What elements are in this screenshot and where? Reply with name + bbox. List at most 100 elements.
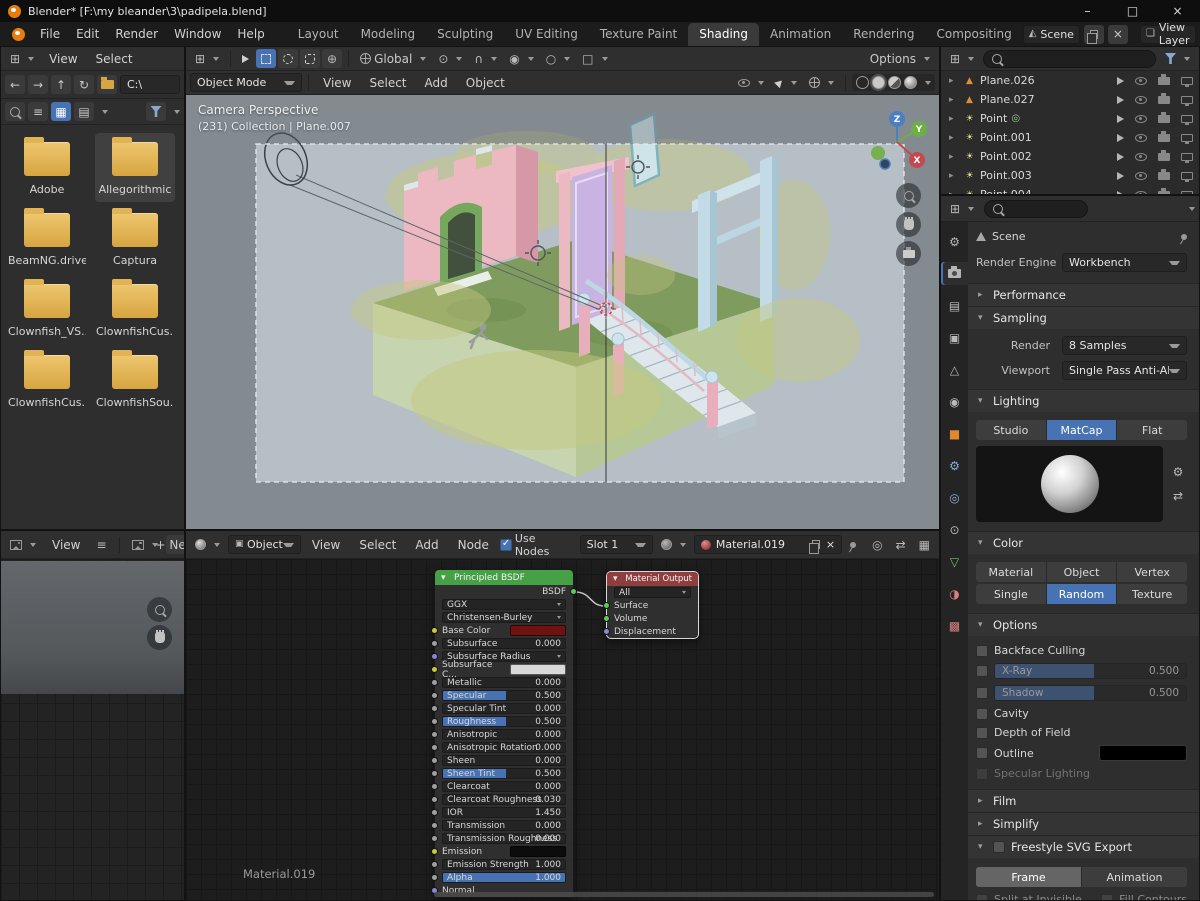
texture-properties-tab[interactable]: ▩ [941, 614, 968, 637]
selectable-toggle-icon[interactable] [1117, 114, 1124, 123]
matcap-preview[interactable] [976, 446, 1163, 522]
material-output-node[interactable]: ▾ Material Output All Surface Volume Dis… [603, 571, 699, 639]
parent-dir-button[interactable]: ↑ [51, 75, 71, 94]
folder-item-beamng-drive[interactable]: BeamNG.drive [7, 204, 87, 273]
sheen-tint-socket[interactable] [431, 770, 438, 777]
filter-button[interactable] [1160, 51, 1195, 66]
shader-menu-node[interactable]: Node [450, 536, 497, 554]
viewport-menu-select[interactable]: Select [361, 74, 414, 92]
snap-node-button[interactable]: ◎ [867, 537, 887, 553]
workspace-tab-shading[interactable]: Shading [688, 23, 759, 46]
bsdf-row-alpha[interactable]: Alpha 1.000 [431, 871, 573, 884]
viewport-menu-object[interactable]: Object [458, 74, 513, 92]
outline-color-swatch[interactable] [1099, 745, 1187, 761]
bsdf-row-emission-strength[interactable]: Emission Strength 1.000 [431, 858, 573, 871]
copy-material-icon[interactable] [808, 540, 820, 554]
filter-dropdown[interactable] [174, 109, 180, 114]
shader-type-dropdown[interactable]: ▣ Object [228, 535, 301, 554]
ior-socket[interactable] [431, 809, 438, 816]
editor-type-button[interactable]: ⊞ [5, 51, 39, 67]
specular-lighting-checkbox[interactable] [976, 767, 988, 780]
tool-select-box-button[interactable] [256, 49, 277, 68]
browse-material-button[interactable] [656, 537, 691, 552]
active-tool-button[interactable] [237, 53, 254, 65]
gizmos-dropdown[interactable] [771, 77, 802, 89]
specular-tint-slider[interactable]: Specular Tint 0.000 [442, 703, 566, 714]
bsdf-row-sheen[interactable]: Sheen 0.000 [431, 754, 573, 767]
new-scene-button[interactable] [1083, 24, 1104, 44]
transmission-slider[interactable]: Transmission 0.000 [442, 820, 566, 831]
disable-in-renders-icon[interactable] [1158, 130, 1170, 142]
freestyle-section-header[interactable]: ▾ Freestyle SVG Export [968, 835, 1199, 858]
node-header[interactable]: ▾ Material Output [607, 572, 698, 586]
workspace-tab-sculpting[interactable]: Sculpting [426, 23, 504, 46]
properties-search-input[interactable] [984, 199, 1089, 218]
performance-section-header[interactable]: ▸ Performance [968, 283, 1199, 306]
color-object-button[interactable]: Object [1046, 562, 1118, 582]
editor-type-button[interactable]: ⊞ [190, 51, 224, 67]
editor-type-button[interactable]: ⊞ [945, 51, 979, 67]
disable-in-viewports-icon[interactable] [1181, 76, 1193, 87]
hide-in-viewport-icon[interactable] [1135, 171, 1147, 180]
alpha-socket[interactable] [431, 874, 438, 881]
specular-socket[interactable] [431, 692, 438, 699]
color-material-button[interactable]: Material [976, 562, 1047, 582]
bsdf-row-ior[interactable]: IOR 1.450 [431, 806, 573, 819]
hide-in-viewport-icon[interactable] [1135, 152, 1147, 161]
path-field[interactable]: C:\ [120, 75, 180, 94]
viewport-menu-add[interactable]: Add [417, 74, 456, 92]
freestyle-animation-button[interactable]: Animation [1082, 867, 1187, 887]
alpha-slider[interactable]: Alpha 1.000 [442, 872, 566, 883]
filter-button[interactable] [146, 102, 166, 121]
outline-checkbox[interactable] [976, 747, 988, 759]
overlays-dropdown[interactable] [804, 75, 839, 90]
output-properties-tab[interactable]: ▤ [941, 294, 968, 317]
clearcoat-roughness-socket[interactable] [431, 796, 438, 803]
snap-dropdown[interactable]: ∩ [469, 51, 502, 67]
viewport-canvas[interactable]: Camera Perspective (231) Collection | Pl… [186, 95, 939, 529]
shading-dropdown[interactable] [925, 80, 931, 85]
hide-in-viewport-icon[interactable] [1135, 76, 1147, 85]
bsdf-row-clearcoat-roughness[interactable]: Clearcoat Roughness 0.030 [431, 793, 573, 806]
bsdf-row-roughness[interactable]: Roughness 0.500 [431, 715, 573, 728]
object-properties-tab[interactable]: ■ [941, 422, 968, 445]
backface-culling-checkbox[interactable] [976, 644, 988, 657]
film-section-header[interactable]: ▸ Film [968, 789, 1199, 812]
scene-properties-tab[interactable]: △ [941, 358, 968, 381]
folder-item-clownfishsou[interactable]: ClownfishSou... [95, 346, 175, 415]
anisotropic-rotation-slider[interactable]: Anisotropic Rotation 0.000 [442, 742, 566, 753]
cavity-checkbox[interactable] [976, 707, 988, 720]
clearcoat-roughness-slider[interactable]: Clearcoat Roughness 0.030 [442, 794, 566, 805]
scene-selector[interactable]: ◭ Scene [1022, 24, 1080, 44]
principled-bsdf-node[interactable]: ▾ Principled BSDF BSDF GGX Christensen-B… [431, 569, 577, 898]
split-at-invisible-checkbox[interactable] [976, 893, 988, 900]
bsdf-row-anisotropic-rotation[interactable]: Anisotropic Rotation 0.000 [431, 741, 573, 754]
shader-menu-select[interactable]: Select [351, 536, 404, 554]
outliner-row-point-003[interactable]: ▸ ☀ Point.003 [941, 166, 1199, 185]
proportional-edit-dropdown[interactable]: ◉ [504, 51, 538, 67]
disable-in-renders-icon[interactable] [1158, 92, 1170, 104]
freestyle-checkbox[interactable] [993, 841, 1005, 853]
depth-of-field-checkbox[interactable] [976, 726, 988, 739]
folder-item-clownfishcus[interactable]: ClownfishCus... [95, 275, 175, 344]
modifiers-properties-tab[interactable]: ⚙ [941, 454, 968, 477]
workspace-tab-modeling[interactable]: Modeling [350, 23, 427, 46]
fake-user-button[interactable] [845, 540, 861, 550]
tool-select-lasso-button[interactable] [300, 49, 321, 68]
hide-in-viewport-icon[interactable] [1135, 95, 1147, 104]
expand-arrow-icon[interactable]: ▸ [949, 133, 959, 143]
bsdf-output-socket[interactable] [570, 588, 577, 595]
bsdf-row-specular[interactable]: Specular 0.500 [431, 689, 573, 702]
bsdf-row-subsurface[interactable]: Subsurface 0.000 [431, 637, 573, 650]
tool-properties-tab[interactable]: ⚙ [941, 230, 968, 253]
workspace-tab-compositing[interactable]: Compositing [925, 23, 1022, 46]
fill-contours-checkbox[interactable] [1101, 893, 1114, 900]
node-header[interactable]: ▾ Principled BSDF [435, 570, 573, 585]
displacement-socket[interactable] [603, 628, 610, 635]
metallic-socket[interactable] [431, 679, 438, 686]
grid-button[interactable]: ▦ [914, 537, 935, 553]
freestyle-frame-button[interactable]: Frame [976, 867, 1082, 887]
disable-in-viewports-icon[interactable] [1181, 152, 1193, 163]
hide-in-viewport-icon[interactable] [1135, 114, 1147, 123]
emission-socket[interactable] [431, 848, 438, 855]
